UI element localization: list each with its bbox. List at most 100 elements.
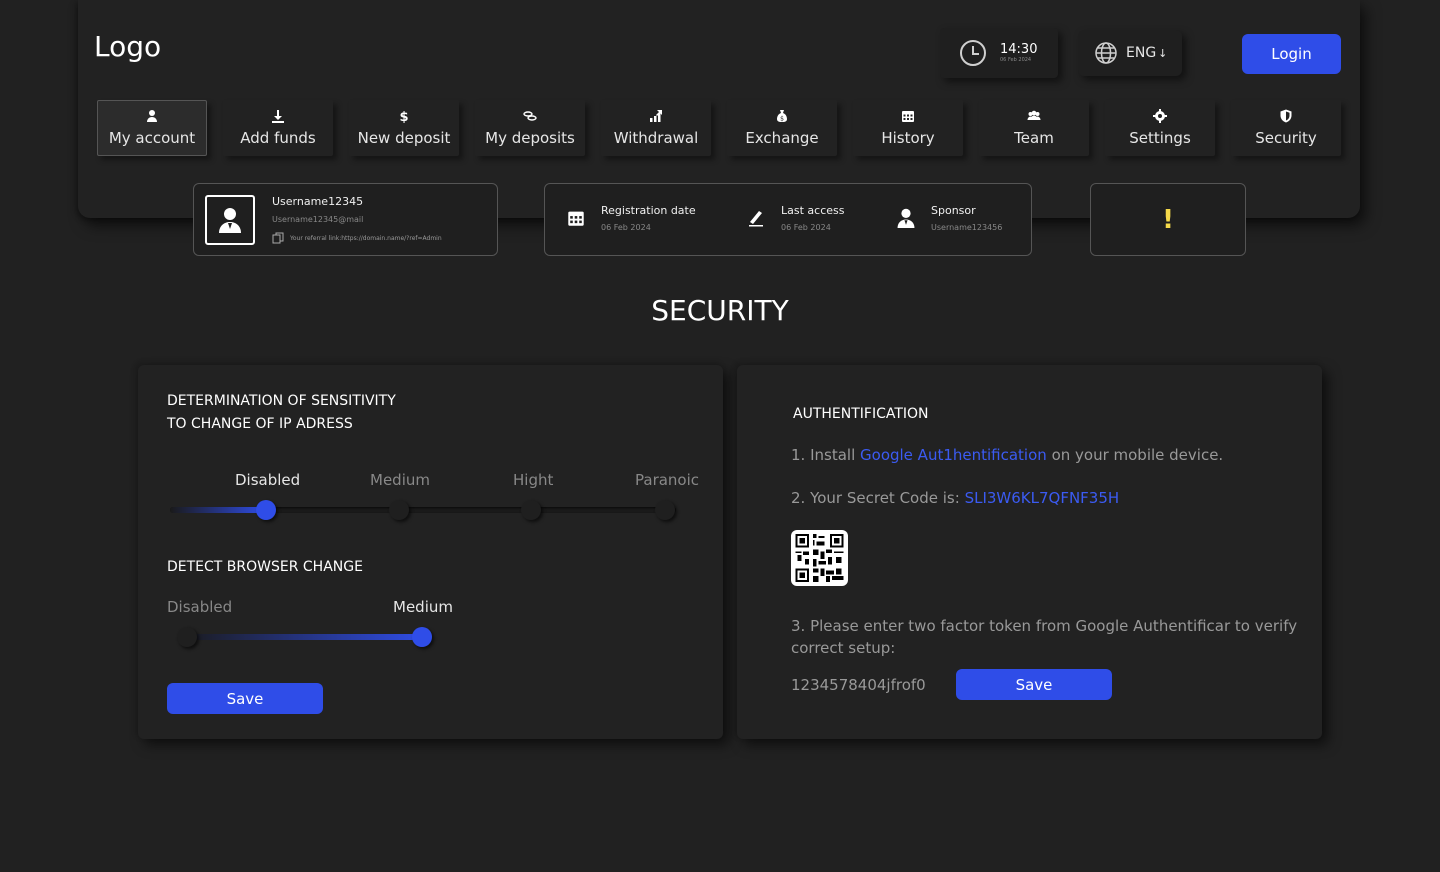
auth-section-title: AUTHENTIFICATION: [793, 406, 929, 422]
nav-item-my-account[interactable]: My account: [97, 100, 207, 156]
ip-section-title-line1: DETERMINATION OF SENSITIVITY: [167, 393, 396, 409]
browser-level-label[interactable]: Medium: [393, 598, 453, 616]
username: Username12345: [272, 195, 364, 208]
nav-item-label: My account: [108, 129, 196, 147]
nav-item-history[interactable]: History: [853, 100, 963, 156]
user-email: Username12345@mail: [272, 215, 364, 224]
sponsor-info: Sponsor Username123456: [897, 204, 1002, 232]
sponsor-value: Username123456: [931, 223, 1003, 232]
ip-level-label[interactable]: Hight: [513, 471, 553, 489]
clock-time: 14:30: [1000, 42, 1038, 57]
auth-step-2: 2. Your Secret Code is: SLI3W6KL7QFNF35H: [791, 489, 1119, 507]
nav-item-withdrawal[interactable]: Withdrawal: [601, 100, 711, 156]
nav-item-label: New deposit: [357, 129, 451, 147]
qr-code-icon: [795, 534, 844, 582]
user-icon: [147, 110, 157, 122]
ip-slider-knob-medium[interactable]: [389, 500, 409, 520]
arrow-down-icon: ↓: [1158, 46, 1168, 60]
ip-level-label[interactable]: Paranoic: [635, 471, 699, 489]
dollar-icon: $: [399, 110, 408, 123]
account-info-card: Registration date 06 Feb 2024 Last acces…: [544, 183, 1032, 256]
alert-icon: !: [1162, 204, 1174, 235]
nav-item-add-funds[interactable]: Add funds: [223, 100, 333, 156]
ip-level-label[interactable]: Disabled: [235, 471, 300, 489]
auth-step-1-suffix: on your mobile device.: [1046, 446, 1224, 464]
ip-section-title-line2: TO CHANGE OF IP ADRESS: [167, 416, 353, 432]
registration-value: 06 Feb 2024: [601, 223, 651, 232]
download-icon: [272, 110, 284, 123]
nav-item-label: Settings: [1129, 129, 1191, 147]
chart-up-icon: [650, 110, 662, 122]
language-label: ENG: [1126, 45, 1157, 61]
logo[interactable]: Logo: [94, 30, 161, 63]
auth-step-3: 3. Please enter two factor token from Go…: [791, 615, 1297, 659]
auth-step-3-line2: correct setup:: [791, 639, 896, 657]
ip-slider-track[interactable]: [170, 507, 676, 513]
shield-icon: [1280, 109, 1292, 123]
browser-section-title: DETECT BROWSER CHANGE: [167, 559, 363, 575]
avatar[interactable]: [205, 195, 255, 245]
gear-icon: [1153, 109, 1167, 123]
ip-slider-knob-hight[interactable]: [521, 500, 541, 520]
browser-slider-knob-disabled[interactable]: [177, 627, 197, 647]
money-bag-icon: $: [777, 110, 787, 123]
auth-step-3-line1: 3. Please enter two factor token from Go…: [791, 617, 1298, 635]
ip-section-title: DETERMINATION OF SENSITIVITY TO CHANGE O…: [167, 390, 396, 436]
ip-slider-fill: [170, 507, 266, 513]
save-sensitivity-button[interactable]: Save: [167, 683, 323, 714]
language-selector[interactable]: ENG ↓: [1078, 30, 1182, 76]
qr-code: [791, 530, 848, 586]
nav-item-label: Exchange: [745, 129, 819, 147]
nav-item-settings[interactable]: Settings: [1105, 100, 1215, 156]
main-nav: My account Add funds $ New deposit My de…: [97, 100, 1341, 156]
secret-code[interactable]: SLI3W6KL7QFNF35H: [965, 489, 1120, 507]
google-authenticator-link[interactable]: Google Aut1hentification: [860, 446, 1047, 464]
ip-slider-knob-paranoic[interactable]: [655, 500, 675, 520]
browser-slider-fill: [180, 634, 426, 640]
token-input[interactable]: 1234578404jfrof0: [791, 676, 926, 694]
page-title: SECURITY: [651, 294, 789, 327]
save-auth-button[interactable]: Save: [956, 669, 1112, 700]
clock-date: 06 Feb 2024: [1000, 57, 1032, 63]
nav-item-security[interactable]: Security: [1231, 100, 1341, 156]
browser-slider-track[interactable]: [180, 634, 426, 640]
pen-icon: [749, 211, 763, 227]
login-button[interactable]: Login: [1242, 34, 1341, 74]
clock-widget: 14:30 06 Feb 2024: [940, 28, 1058, 78]
nav-item-label: Add funds: [240, 129, 316, 147]
nav-item-exchange[interactable]: $ Exchange: [727, 100, 837, 156]
calendar-icon: [568, 211, 584, 226]
ip-level-label[interactable]: Medium: [370, 471, 430, 489]
team-icon: [1027, 110, 1041, 120]
ip-slider-knob-disabled[interactable]: [256, 500, 276, 520]
nav-item-label: My deposits: [485, 129, 575, 147]
alert-card[interactable]: !: [1090, 183, 1246, 256]
nav-item-team[interactable]: Team: [979, 100, 1089, 156]
nav-item-label: Security: [1255, 129, 1317, 147]
last-access-info: Last access 06 Feb 2024: [747, 204, 844, 232]
user-icon: [219, 208, 241, 233]
auth-step-1-prefix: 1. Install: [791, 446, 861, 464]
user-icon: [897, 208, 915, 228]
browser-slider-knob-medium[interactable]: [412, 627, 432, 647]
referral-link[interactable]: Your referral link:https://domain.name/?…: [272, 232, 442, 244]
nav-item-my-deposits[interactable]: My deposits: [475, 100, 585, 156]
last-access-value: 06 Feb 2024: [781, 223, 831, 232]
clock-icon: [960, 40, 986, 66]
registration-info: Registration date 06 Feb 2024: [567, 204, 696, 232]
user-card: Username12345 Username12345@mail Your re…: [193, 183, 498, 256]
auth-step-1: 1. Install Google Aut1hentification on y…: [791, 446, 1223, 464]
nav-item-label: Team: [1014, 129, 1054, 147]
registration-title: Registration date: [601, 204, 696, 217]
browser-level-label[interactable]: Disabled: [167, 598, 232, 616]
copy-icon[interactable]: [272, 232, 284, 244]
nav-item-label: Withdrawal: [613, 129, 699, 147]
nav-item-label: History: [881, 129, 935, 147]
auth-step-2-prefix: 2. Your Secret Code is:: [791, 489, 965, 507]
globe-icon: [1095, 42, 1117, 64]
svg-text:$: $: [780, 116, 784, 123]
sponsor-title: Sponsor: [931, 204, 976, 217]
calendar-icon: [902, 111, 914, 122]
last-access-title: Last access: [781, 204, 845, 217]
nav-item-new-deposit[interactable]: $ New deposit: [349, 100, 459, 156]
